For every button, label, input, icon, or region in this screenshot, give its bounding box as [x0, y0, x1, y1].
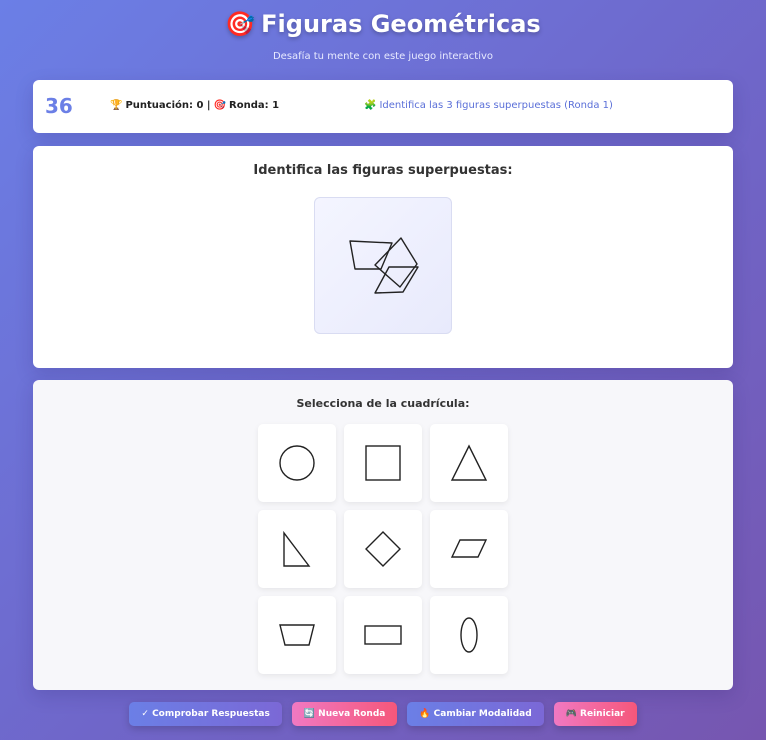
triangle-icon — [450, 444, 488, 481]
diamond-icon — [365, 531, 401, 567]
shape-option-square[interactable] — [344, 424, 422, 502]
page-title: 🎯 Figuras Geométricas — [0, 10, 766, 38]
round-hint: 🧩 Identifica las 3 figuras superpuestas … — [364, 100, 613, 111]
trophy-icon: 🏆 — [110, 100, 123, 111]
selection-panel: Selecciona de la cuadrícula: — [33, 380, 733, 690]
overlapping-figures — [314, 197, 452, 334]
parallelogram-icon — [450, 539, 488, 558]
shape-option-right-triangle[interactable] — [258, 510, 336, 588]
score-display: 🏆 Puntuación: 0 | 🎯 Ronda: 1 — [110, 100, 279, 111]
ellipse-icon — [460, 617, 478, 653]
square-icon — [365, 445, 401, 481]
round-text: Ronda: 1 — [229, 100, 280, 111]
status-bar: 36 🏆 Puntuación: 0 | 🎯 Ronda: 1 🧩 Identi… — [33, 80, 733, 133]
trapezoid-icon — [279, 624, 315, 646]
target-icon: 🎯 — [225, 10, 256, 38]
circle-icon — [279, 445, 315, 481]
selection-heading: Selecciona de la cuadrícula: — [296, 397, 470, 410]
shape-option-diamond[interactable] — [344, 510, 422, 588]
overlapping-shapes-drawing — [349, 237, 419, 294]
action-bar: ✓ Comprobar Respuestas 🔄 Nueva Ronda 🔥 C… — [0, 702, 766, 726]
shape-option-circle[interactable] — [258, 424, 336, 502]
change-mode-button[interactable]: 🔥 Cambiar Modalidad — [407, 702, 544, 726]
shape-option-rectangle[interactable] — [344, 596, 422, 674]
puzzle-heading: Identifica las figuras superpuestas: — [253, 163, 513, 178]
shape-option-triangle[interactable] — [430, 424, 508, 502]
check-answers-button[interactable]: ✓ Comprobar Respuestas — [129, 702, 282, 726]
right-triangle-icon — [283, 530, 311, 567]
puzzle-piece-icon: 🧩 — [364, 100, 377, 111]
restart-button[interactable]: 🎮 Reiniciar — [553, 702, 637, 726]
overlap-trapezoid — [349, 240, 393, 270]
shape-option-parallelogram[interactable] — [430, 510, 508, 588]
timer-counter: 36 — [45, 94, 73, 118]
shape-grid — [258, 424, 508, 674]
score-text: Puntuación: 0 | — [125, 100, 211, 111]
page-subtitle: Desafía tu mente con este juego interact… — [272, 51, 494, 62]
target-icon: 🎯 — [213, 100, 227, 111]
hint-text: Identifica las 3 figuras superpuestas (R… — [379, 100, 613, 111]
rectangle-icon — [364, 625, 402, 645]
shape-option-ellipse[interactable] — [430, 596, 508, 674]
puzzle-panel: Identifica las figuras superpuestas: — [33, 146, 733, 368]
title-text: Figuras Geométricas — [261, 10, 541, 38]
shape-option-trapezoid[interactable] — [258, 596, 336, 674]
new-round-button[interactable]: 🔄 Nueva Ronda — [291, 702, 398, 726]
